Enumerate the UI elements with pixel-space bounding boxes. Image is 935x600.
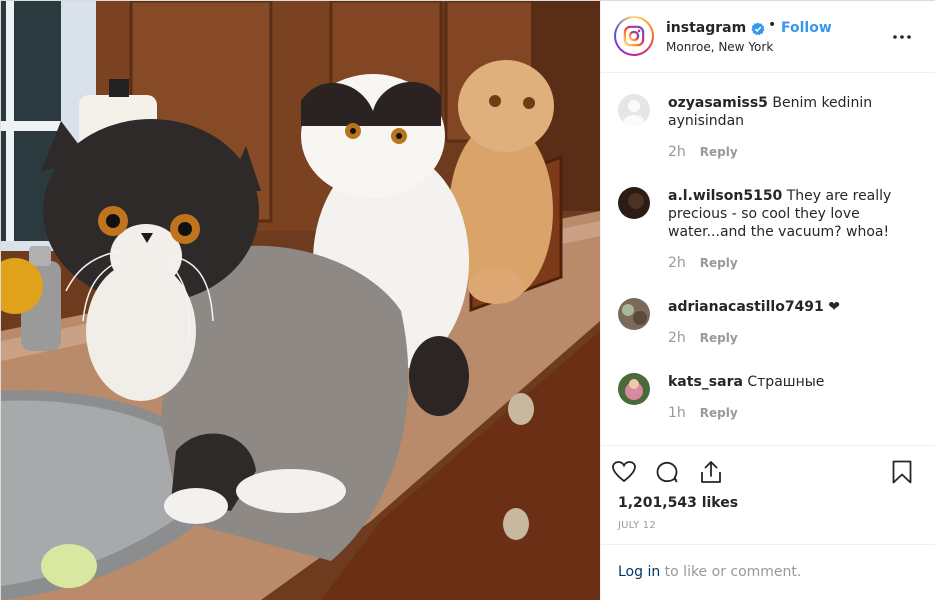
reply-button[interactable]: Reply [700, 256, 738, 270]
profile-avatar[interactable] [614, 16, 654, 56]
comment-username[interactable]: a.l.wilson5150 [668, 188, 782, 204]
comment-meta: 2h Reply [668, 330, 738, 346]
comment-meta: 2h Reply [668, 144, 738, 160]
separator-dot: • [768, 17, 777, 33]
post-side-panel: instagram • Follow Monroe, New York ozya… [600, 1, 935, 600]
instagram-logo-icon [618, 20, 650, 52]
comment-username[interactable]: kats_sara [668, 374, 743, 390]
reply-button[interactable]: Reply [700, 406, 738, 420]
likes-count[interactable]: 1,201,543 likes [618, 495, 738, 511]
comments-list[interactable]: ozyasamiss5 Benim kedinin aynisindan 2h R… [601, 74, 935, 446]
bookmark-icon[interactable] [889, 459, 915, 485]
comment-text: adrianacastillo7491 ❤ [668, 298, 918, 316]
post-actions [601, 447, 935, 497]
comment-text: kats_sara Страшные [668, 373, 918, 391]
reply-button[interactable]: Reply [700, 145, 738, 159]
comment-icon[interactable] [654, 459, 680, 485]
commenter-avatar[interactable] [618, 187, 650, 219]
verified-badge-icon [751, 22, 765, 36]
comment-username[interactable]: ozyasamiss5 [668, 95, 768, 111]
reply-button[interactable]: Reply [700, 331, 738, 345]
more-options-icon[interactable] [891, 27, 913, 47]
login-rest-text: to like or comment. [660, 564, 802, 580]
comment-time: 2h [668, 330, 686, 346]
comment-time: 2h [668, 255, 686, 271]
post-frame: instagram • Follow Monroe, New York ozya… [0, 0, 935, 600]
post-date[interactable]: JULY 12 [618, 520, 656, 531]
post-photo[interactable] [1, 1, 600, 600]
login-prompt-text: Log in to like or comment. [618, 564, 801, 580]
heart-icon[interactable] [611, 459, 637, 485]
follow-button[interactable]: Follow [781, 20, 832, 36]
login-link[interactable]: Log in [618, 564, 660, 580]
comment-time: 1h [668, 405, 686, 421]
comment-time: 2h [668, 144, 686, 160]
comment-meta: 1h Reply [668, 405, 738, 421]
comment-body: Страшные [747, 374, 825, 390]
post-header: instagram • Follow Monroe, New York [601, 1, 935, 73]
share-icon[interactable] [698, 459, 724, 485]
post-username[interactable]: instagram [666, 20, 746, 36]
comment-text: a.l.wilson5150 They are really precious … [668, 187, 918, 241]
post-location[interactable]: Monroe, New York [666, 40, 773, 54]
cats-photo-illustration [1, 1, 600, 600]
comment-meta: 2h Reply [668, 255, 738, 271]
comment-username[interactable]: adrianacastillo7491 [668, 299, 824, 315]
commenter-avatar[interactable] [618, 94, 650, 126]
comment-text: ozyasamiss5 Benim kedinin aynisindan [668, 94, 918, 130]
login-prompt: Log in to like or comment. [601, 544, 935, 600]
commenter-avatar[interactable] [618, 298, 650, 330]
commenter-avatar[interactable] [618, 373, 650, 405]
comment-body: ❤ [828, 299, 840, 315]
